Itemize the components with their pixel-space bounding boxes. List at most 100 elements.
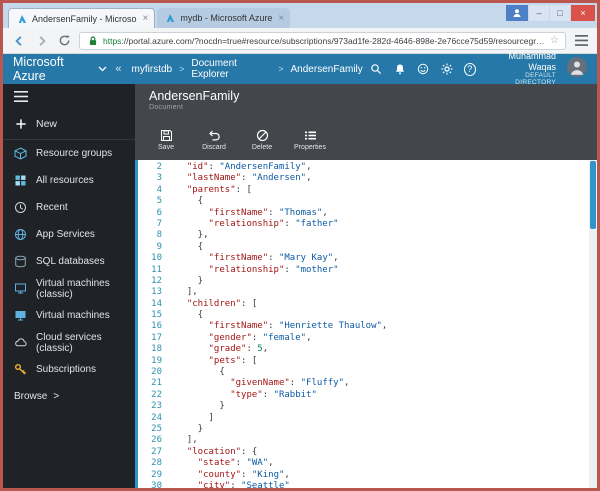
tab-title: AndersenFamily - Microso bbox=[32, 14, 137, 24]
tab-andersenfamily[interactable]: AndersenFamily - Microso × bbox=[8, 8, 155, 28]
sidebar-item-label: Virtual machines (classic) bbox=[36, 278, 124, 300]
scrollbar-track[interactable] bbox=[589, 160, 597, 488]
sidebar-item-virtual-machines[interactable]: Virtual machines bbox=[3, 302, 135, 329]
sidebar-hamburger-icon[interactable] bbox=[3, 84, 135, 108]
code-line[interactable]: "county": "King", bbox=[176, 470, 597, 481]
line-number: 8 bbox=[138, 230, 162, 241]
sidebar-item-label: Resource groups bbox=[36, 148, 112, 159]
help-icon[interactable]: ? bbox=[464, 63, 476, 76]
profile-icon[interactable] bbox=[506, 5, 528, 21]
back-icon[interactable] bbox=[10, 32, 27, 49]
sidebar-item-cloud-services-classic[interactable]: Cloud services (classic) bbox=[3, 329, 135, 356]
code-line[interactable]: "parents": [ bbox=[176, 185, 597, 196]
save-button[interactable]: Save bbox=[143, 123, 189, 156]
breadcrumb-item-document-explorer[interactable]: Document Explorer bbox=[191, 58, 271, 80]
sidebar-item-new[interactable]: New bbox=[3, 108, 135, 140]
bookmark-star-icon[interactable]: ☆ bbox=[550, 35, 559, 46]
code-line[interactable]: "gender": "female", bbox=[176, 333, 597, 344]
code-line[interactable]: "pets": [ bbox=[176, 356, 597, 367]
line-number: 5 bbox=[138, 196, 162, 207]
line-number: 22 bbox=[138, 390, 162, 401]
button-label: Properties bbox=[294, 144, 326, 151]
scrollbar-thumb[interactable] bbox=[590, 161, 596, 229]
properties-button[interactable]: Properties bbox=[287, 123, 333, 156]
code-line[interactable]: "relationship": "father" bbox=[176, 219, 597, 230]
code-line[interactable]: } bbox=[176, 276, 597, 287]
code-line[interactable]: { bbox=[176, 242, 597, 253]
azure-brand[interactable]: Microsoft Azure bbox=[13, 55, 93, 83]
code-line[interactable]: ] bbox=[176, 413, 597, 424]
azure-favicon bbox=[163, 13, 176, 23]
line-number: 18 bbox=[138, 344, 162, 355]
code-line[interactable]: "location": { bbox=[176, 447, 597, 458]
delete-button[interactable]: Delete bbox=[239, 123, 285, 156]
code-line[interactable]: "type": "Rabbit" bbox=[176, 390, 597, 401]
code-line[interactable]: "firstName": "Mary Kay", bbox=[176, 253, 597, 264]
sidebar-item-label: Cloud services (classic) bbox=[36, 332, 124, 354]
refresh-icon[interactable] bbox=[56, 32, 73, 49]
button-label: Discard bbox=[202, 144, 226, 151]
sidebar-item-subscriptions[interactable]: Subscriptions bbox=[3, 356, 135, 383]
address-bar[interactable]: https://portal.azure.com/?nocdn=true#res… bbox=[79, 32, 566, 50]
blade-header: AndersenFamily Document bbox=[135, 84, 597, 122]
code-line[interactable]: "firstName": "Henriette Thaulow", bbox=[176, 321, 597, 332]
code-line[interactable]: "grade": 5, bbox=[176, 344, 597, 355]
chevron-down-icon[interactable] bbox=[98, 66, 107, 72]
sidebar-item-browse[interactable]: Browse > bbox=[3, 383, 135, 410]
save-floppy-icon bbox=[160, 129, 173, 142]
sidebar-item-recent[interactable]: Recent bbox=[3, 194, 135, 221]
forward-icon[interactable] bbox=[33, 32, 50, 49]
url-scheme: https bbox=[103, 36, 121, 46]
code-line[interactable]: { bbox=[176, 367, 597, 378]
code-line[interactable]: "givenName": "Fluffy", bbox=[176, 378, 597, 389]
sidebar-item-app-services[interactable]: App Services bbox=[3, 221, 135, 248]
settings-gear-icon[interactable] bbox=[440, 62, 453, 76]
code-line[interactable]: }, bbox=[176, 230, 597, 241]
minimize-button[interactable]: – bbox=[529, 5, 549, 21]
maximize-button[interactable]: □ bbox=[550, 5, 570, 21]
sidebar-item-resource-groups[interactable]: Resource groups bbox=[3, 140, 135, 167]
code-line[interactable]: { bbox=[176, 310, 597, 321]
code-line[interactable]: } bbox=[176, 424, 597, 435]
sidebar-item-virtual-machines-classic[interactable]: Virtual machines (classic) bbox=[3, 275, 135, 302]
code-line[interactable]: "lastName": "Andersen", bbox=[176, 173, 597, 184]
line-number: 10 bbox=[138, 253, 162, 264]
close-button[interactable]: × bbox=[571, 5, 595, 21]
sidebar-item-sql-databases[interactable]: SQL databases bbox=[3, 248, 135, 275]
line-number: 28 bbox=[138, 458, 162, 469]
code-line[interactable]: "city": "Seattle" bbox=[176, 481, 597, 488]
sidebar-item-label: Subscriptions bbox=[36, 364, 96, 375]
code-line[interactable]: ], bbox=[176, 287, 597, 298]
feedback-icon[interactable] bbox=[417, 62, 430, 76]
breadcrumb-item-myfirstdb[interactable]: myfirstdb bbox=[132, 64, 173, 75]
search-icon[interactable] bbox=[370, 62, 383, 76]
tab-mydb[interactable]: mydb - Microsoft Azure × bbox=[157, 8, 290, 28]
code-line[interactable]: "id": "AndersenFamily", bbox=[176, 162, 597, 173]
code-line[interactable]: "firstName": "Thomas", bbox=[176, 208, 597, 219]
code-line[interactable]: "state": "WA", bbox=[176, 458, 597, 469]
browser-menu-icon[interactable] bbox=[572, 32, 590, 50]
tab-close-icon[interactable]: × bbox=[141, 13, 149, 24]
avatar[interactable] bbox=[567, 57, 587, 82]
code-area[interactable]: "id": "AndersenFamily", "lastName": "And… bbox=[168, 160, 597, 488]
code-line[interactable]: ], bbox=[176, 435, 597, 446]
breadcrumb-item-andersenfamily[interactable]: AndersenFamily bbox=[291, 64, 363, 75]
code-line[interactable]: } bbox=[176, 401, 597, 412]
breadcrumb-collapse-icon[interactable]: « bbox=[115, 63, 121, 75]
notifications-bell-icon[interactable] bbox=[393, 62, 406, 76]
tab-close-icon[interactable]: × bbox=[276, 13, 284, 24]
sidebar-item-label: New bbox=[36, 118, 57, 130]
sidebar-item-all-resources[interactable]: All resources bbox=[3, 167, 135, 194]
user-menu[interactable]: Muhammad Waqas DEFAULT DIRECTORY bbox=[487, 51, 556, 87]
line-number: 27 bbox=[138, 447, 162, 458]
code-line[interactable]: "relationship": "mother" bbox=[176, 265, 597, 276]
json-editor[interactable]: 2345678910111213141516171819202122232425… bbox=[135, 160, 597, 488]
discard-button[interactable]: Discard bbox=[191, 123, 237, 156]
line-number: 13 bbox=[138, 287, 162, 298]
line-number: 9 bbox=[138, 242, 162, 253]
line-number: 4 bbox=[138, 185, 162, 196]
code-line[interactable]: { bbox=[176, 196, 597, 207]
code-line[interactable]: "children": [ bbox=[176, 299, 597, 310]
tab-title: mydb - Microsoft Azure bbox=[180, 13, 272, 23]
user-name: Muhammad Waqas bbox=[487, 51, 556, 72]
